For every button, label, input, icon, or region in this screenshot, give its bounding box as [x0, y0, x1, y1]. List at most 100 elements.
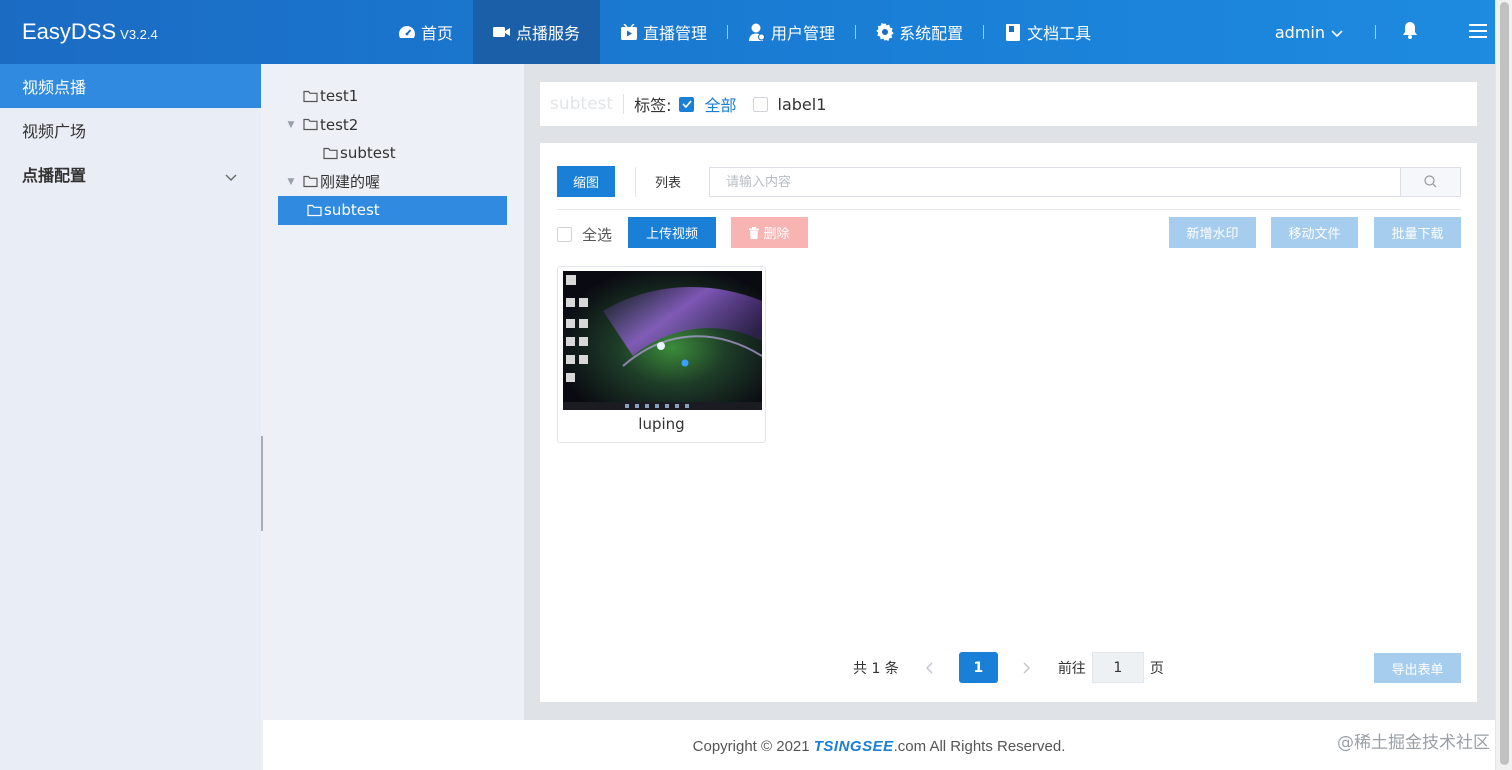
divider	[623, 94, 625, 114]
export-form-button[interactable]: 导出表单	[1374, 653, 1461, 683]
nav-system-config[interactable]: 系统配置	[856, 0, 983, 64]
live-play-icon	[620, 23, 638, 41]
select-all-label: 全选	[582, 226, 613, 244]
select-all-checkbox[interactable]: 全选	[557, 224, 612, 245]
search-button[interactable]	[1400, 168, 1460, 196]
move-file-button[interactable]: 移动文件	[1271, 217, 1358, 248]
batch-download-button[interactable]: 批量下载	[1374, 217, 1461, 248]
tab-list-view[interactable]: 列表	[642, 166, 694, 197]
tag-option-all[interactable]: 全部	[679, 92, 737, 116]
next-page-button[interactable]	[1014, 662, 1040, 674]
caret-down-icon[interactable]: ▼	[283, 120, 299, 130]
page-number-current[interactable]: 1	[958, 652, 998, 683]
gear-icon	[876, 23, 894, 41]
search-input[interactable]	[710, 168, 1400, 196]
top-header: EasyDSS V3.2.4 首页 点播服务 直播管理 用户管理 系统配置 文档…	[0, 0, 1512, 64]
delete-button-label: 删除	[763, 227, 790, 242]
tree-node-label: subtest	[340, 144, 396, 163]
folder-icon	[303, 118, 318, 131]
nav-user-manage-label: 用户管理	[771, 24, 836, 43]
sidebar-item-video-vod[interactable]: 视频点播	[0, 64, 261, 108]
sidebar-item-vod-config[interactable]: 点播配置	[0, 152, 261, 196]
checkbox[interactable]	[752, 96, 768, 112]
video-camera-icon	[493, 23, 511, 41]
sidebar-item-label: 视频点播	[22, 78, 87, 97]
video-card[interactable]: luping	[557, 266, 766, 443]
upload-button-label: 上传视频	[645, 227, 698, 242]
tree-node-label: test2	[320, 115, 359, 134]
move-file-label: 移动文件	[1288, 227, 1341, 242]
copyright-prefix: Copyright © 2021	[692, 738, 814, 755]
brand-logo[interactable]: EasyDSS V3.2.4	[22, 19, 158, 45]
brand-version: V3.2.4	[120, 27, 158, 42]
tag-filter-bar: subtest 标签: 全部 label1	[540, 82, 1477, 126]
goto-page-input[interactable]	[1091, 652, 1144, 683]
video-panel: 缩图 列表 全选 上传视频 删除 新增水印 移动文件	[540, 143, 1477, 702]
page-scrollbar[interactable]	[1495, 0, 1512, 770]
nav-doc-tools[interactable]: 文档工具	[984, 0, 1111, 64]
folder-icon	[307, 204, 322, 217]
main-nav: 首页 点播服务 直播管理 用户管理 系统配置 文档工具	[378, 0, 1111, 64]
nav-home-label: 首页	[421, 24, 454, 43]
search-box	[709, 167, 1461, 197]
tree-node-label: subtest	[324, 201, 380, 220]
tree-node-new-folder[interactable]: ▼ 刚建的喔	[263, 168, 524, 197]
trash-icon	[749, 226, 760, 239]
checkbox[interactable]	[557, 227, 572, 242]
folder-icon	[303, 175, 318, 188]
notification-button[interactable]	[1376, 0, 1444, 64]
page-unit-label: 页	[1149, 660, 1164, 677]
menu-icon	[1469, 23, 1487, 42]
tree-node-label: 刚建的喔	[320, 173, 381, 192]
video-thumbnail[interactable]	[563, 271, 762, 410]
nav-system-config-label: 系统配置	[899, 24, 964, 43]
current-folder-title: subtest	[550, 94, 614, 114]
user-menu[interactable]: admin	[1247, 23, 1375, 42]
folder-icon	[323, 147, 338, 160]
brand-name: EasyDSS	[22, 19, 117, 44]
video-name: luping	[638, 415, 685, 433]
tsingsee-logo[interactable]: TSINGSEE	[814, 738, 894, 755]
tree-node-test2-subtest[interactable]: subtest	[263, 139, 524, 168]
tree-node-label: test1	[320, 87, 359, 106]
upload-video-button[interactable]: 上传视频	[628, 217, 716, 248]
copyright-text: Copyright © 2021 TSINGSEE.com All Rights…	[263, 738, 1495, 755]
tag-option-label: 全部	[704, 96, 737, 115]
tag-option-label: label1	[777, 94, 827, 114]
dashboard-icon	[398, 23, 416, 41]
tree-node-test1[interactable]: test1	[263, 82, 524, 111]
copyright-suffix: .com All Rights Reserved.	[893, 738, 1066, 755]
document-icon	[1004, 23, 1022, 41]
sidebar-item-label: 点播配置	[22, 166, 87, 185]
action-bar: 全选 上传视频 删除 新增水印 移动文件 批量下载	[557, 217, 1461, 248]
total-count: 共 1 条	[853, 660, 899, 677]
checkbox-checked[interactable]	[679, 96, 695, 112]
nav-vod-service-label: 点播服务	[516, 24, 581, 43]
footer: Copyright © 2021 TSINGSEE.com All Rights…	[263, 720, 1495, 770]
tag-option-label1[interactable]: label1	[752, 94, 827, 114]
view-mode-tabs: 缩图 列表	[557, 166, 694, 197]
tab-grid-view[interactable]: 缩图	[557, 166, 616, 197]
user-icon	[748, 23, 766, 41]
nav-live-manage[interactable]: 直播管理	[600, 0, 727, 64]
scrollbar-thumb[interactable]	[1500, 2, 1509, 765]
add-watermark-button[interactable]: 新增水印	[1169, 217, 1256, 248]
pagination: 共 1 条 1 前往 页	[853, 652, 1164, 683]
goto-label: 前往	[1057, 660, 1086, 677]
prev-page-button[interactable]	[917, 662, 943, 674]
divider	[557, 209, 1461, 210]
chevron-down-icon	[1331, 23, 1343, 42]
tree-node-selected-subtest[interactable]: subtest	[278, 196, 507, 225]
export-form-label: 导出表单	[1391, 662, 1444, 678]
delete-button[interactable]: 删除	[731, 217, 808, 248]
sidebar-item-video-square[interactable]: 视频广场	[0, 108, 261, 152]
bell-icon	[1402, 21, 1418, 43]
nav-home[interactable]: 首页	[378, 0, 473, 64]
nav-doc-tools-label: 文档工具	[1027, 24, 1092, 43]
tag-label: 标签:	[634, 96, 672, 115]
nav-live-manage-label: 直播管理	[643, 24, 708, 43]
nav-vod-service[interactable]: 点播服务	[473, 0, 601, 64]
nav-user-manage[interactable]: 用户管理	[728, 0, 855, 64]
caret-down-icon[interactable]: ▼	[283, 177, 299, 187]
tree-node-test2[interactable]: ▼ test2	[263, 111, 524, 140]
